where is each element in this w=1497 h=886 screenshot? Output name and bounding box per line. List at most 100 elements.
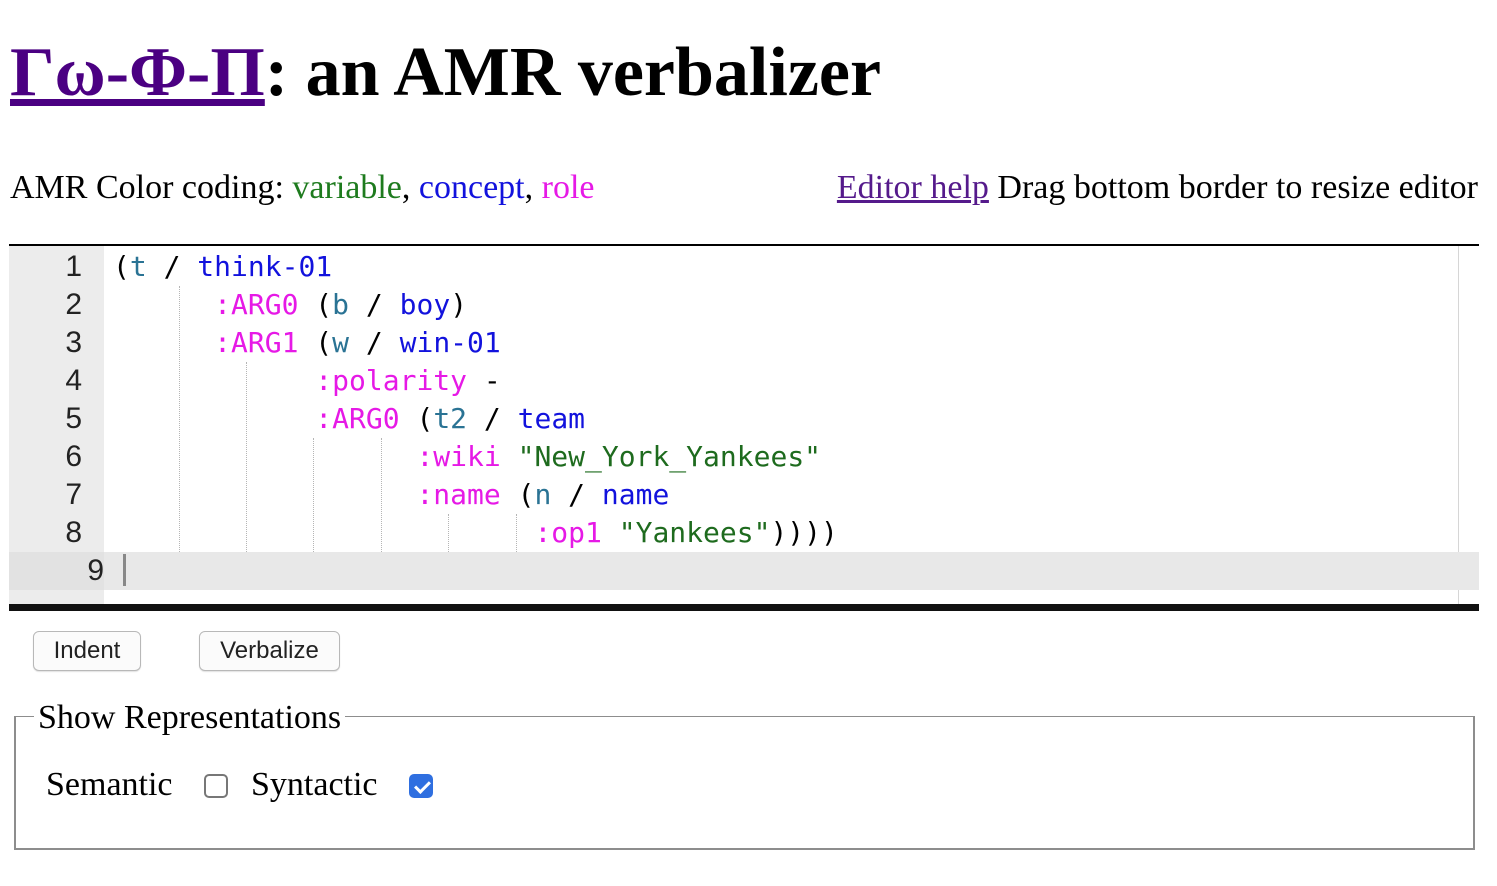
line-number-text: 5 xyxy=(65,402,82,435)
variable-token: b xyxy=(332,288,350,321)
resize-hint: Drag bottom border to resize editor xyxy=(988,169,1478,206)
line-number: 6 xyxy=(9,438,82,476)
punctuation-token xyxy=(113,440,416,473)
punctuation-token xyxy=(602,516,619,549)
role-token: :wiki xyxy=(416,440,501,473)
punctuation-token: - xyxy=(467,364,501,397)
line-number-text: 4 xyxy=(65,364,82,397)
legend-concept: concept xyxy=(418,169,525,206)
punctuation-token: )))) xyxy=(770,516,838,549)
punctuation-token: ( xyxy=(500,478,535,511)
legend-comma-1: , xyxy=(401,169,419,206)
editor-line[interactable]: 9 xyxy=(9,552,1479,590)
punctuation-token: ( xyxy=(298,326,333,359)
punctuation-token: ) xyxy=(450,288,468,321)
punctuation-token: ( xyxy=(298,288,333,321)
concept-token: win-01 xyxy=(399,326,501,359)
code-line: :wiki "New_York_Yankees" xyxy=(113,438,821,476)
line-number: 5 xyxy=(9,400,82,438)
color-legend-row: AMR Color coding: variable, concept, rol… xyxy=(10,166,1478,210)
editor-line[interactable]: 4 :polarity - xyxy=(9,362,1479,400)
variable-token: t2 xyxy=(433,402,468,435)
punctuation-token: / xyxy=(551,478,602,511)
line-number: 3 xyxy=(9,324,82,362)
text-cursor xyxy=(123,554,126,586)
role-token: :ARG1 xyxy=(214,326,299,359)
editor-line[interactable]: 2 :ARG0 (b / boy) xyxy=(9,286,1479,324)
editor-line[interactable]: 8 :op1 "Yankees")))) xyxy=(9,514,1479,552)
concept-token: think-01 xyxy=(197,250,333,283)
line-number-text: 8 xyxy=(65,516,82,549)
editor-help-area: Editor help Drag bottom border to resize… xyxy=(837,166,1478,210)
editor-help-link[interactable]: Editor help xyxy=(837,169,989,206)
home-link[interactable]: Γω-Φ-Π xyxy=(10,34,265,111)
role-token: :polarity xyxy=(315,364,468,397)
line-number: 4 xyxy=(9,362,82,400)
legend-comma-2: , xyxy=(524,169,542,206)
editor-line[interactable]: 7 :name (n / name xyxy=(9,476,1479,514)
indent-guide xyxy=(313,438,314,552)
concept-token: name xyxy=(601,478,670,511)
page-title: Γω-Φ-Π: an AMR verbalizer xyxy=(10,28,881,118)
string-token: "Yankees" xyxy=(618,516,771,549)
code-line: :ARG0 (b / boy) xyxy=(113,286,467,324)
line-number-text: 7 xyxy=(65,478,82,511)
indent-button[interactable]: Indent xyxy=(33,631,141,671)
page-title-text: : an AMR verbalizer xyxy=(264,34,882,111)
color-coding-legend: AMR Color coding: variable, concept, rol… xyxy=(10,166,594,210)
legend-variable: variable xyxy=(292,169,402,206)
syntactic-checkbox[interactable] xyxy=(409,774,433,798)
amr-code-editor[interactable]: 1 (t / think-01 2 :ARG0 (b / boy) 3 :ARG1 (… xyxy=(9,244,1479,611)
punctuation-token xyxy=(113,326,214,359)
line-number: 1 xyxy=(9,248,82,286)
code-line: :polarity - xyxy=(113,362,501,400)
variable-token: n xyxy=(534,478,552,511)
line-number-text: 3 xyxy=(65,326,82,359)
concept-token: boy xyxy=(399,288,451,321)
editor-line[interactable]: 1 (t / think-01 xyxy=(9,248,1479,286)
line-number-text: 9 xyxy=(87,554,104,587)
code-line: :name (n / name xyxy=(113,476,669,514)
code-line: :ARG1 (w / win-01 xyxy=(113,324,501,362)
semantic-label: Semantic xyxy=(46,766,173,803)
punctuation-token: / xyxy=(349,288,400,321)
punctuation-token: ( xyxy=(113,250,130,283)
code-line: :ARG0 (t2 / team xyxy=(113,400,585,438)
role-token: :name xyxy=(416,478,501,511)
editor-line[interactable]: 6 :wiki "New_York_Yankees" xyxy=(9,438,1479,476)
punctuation-token xyxy=(113,402,315,435)
line-number-text: 6 xyxy=(65,440,82,473)
code-line: (t / think-01 xyxy=(113,248,332,286)
variable-token: w xyxy=(332,326,350,359)
code-line: :op1 "Yankees")))) xyxy=(113,514,838,552)
indent-guide xyxy=(246,362,247,552)
indent-guide xyxy=(448,514,449,552)
syntactic-label: Syntactic xyxy=(251,766,378,803)
verbalize-button[interactable]: Verbalize xyxy=(199,631,340,671)
editor-line[interactable]: 3 :ARG1 (w / win-01 xyxy=(9,324,1479,362)
punctuation-token: / xyxy=(467,402,518,435)
punctuation-token xyxy=(113,478,416,511)
punctuation-token xyxy=(113,516,534,549)
line-number: 7 xyxy=(9,476,82,514)
variable-token: t xyxy=(129,250,147,283)
legend-role: role xyxy=(541,169,595,206)
line-number-text: 1 xyxy=(65,250,82,283)
indent-guide xyxy=(179,286,180,552)
semantic-checkbox[interactable] xyxy=(204,774,228,798)
line-number-text: 2 xyxy=(65,288,82,321)
punctuation-token: / xyxy=(146,250,198,283)
line-number: 2 xyxy=(9,286,82,324)
punctuation-token: ( xyxy=(399,402,434,435)
role-token: :ARG0 xyxy=(315,402,400,435)
role-token: :op1 xyxy=(534,516,602,549)
role-token: :ARG0 xyxy=(214,288,299,321)
punctuation-token xyxy=(113,288,214,321)
line-number: 8 xyxy=(9,514,82,552)
show-representations-legend: Show Representations xyxy=(34,698,346,738)
concept-token: team xyxy=(517,402,586,435)
editor-line[interactable]: 5 :ARG0 (t2 / team xyxy=(9,400,1479,438)
punctuation-token: / xyxy=(349,326,400,359)
string-token: "New_York_Yankees" xyxy=(517,440,822,473)
indent-guide xyxy=(516,514,517,552)
